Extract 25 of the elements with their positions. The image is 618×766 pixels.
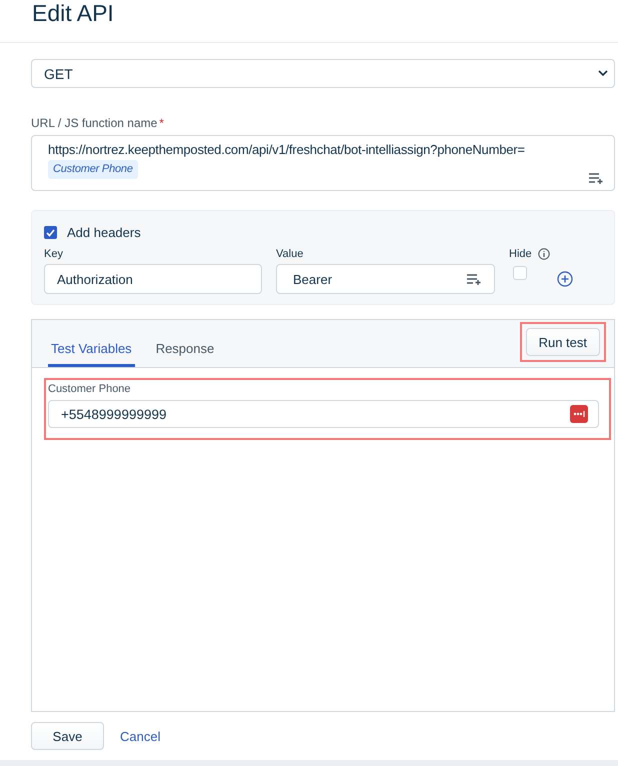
insert-variable-icon[interactable] [466, 273, 482, 285]
tab[interactable]: Test Variables [48, 341, 135, 367]
insert-variable-icon[interactable] [588, 172, 604, 184]
chevron-down-icon [598, 70, 608, 77]
variable-field[interactable]: +5548999999999 [48, 400, 599, 428]
info-icon[interactable] [538, 248, 550, 260]
field-label: URL / JS function name * [31, 116, 165, 130]
save-button[interactable]: Save [31, 722, 104, 750]
run-test-button[interactable]: Run test [526, 328, 600, 356]
checkbox-label: Add headers [67, 225, 141, 240]
password-manager-icon[interactable] [570, 405, 588, 423]
column-heading: Hide [509, 248, 532, 260]
headers-checkbox[interactable] [44, 226, 57, 239]
key-field[interactable]: Authorization [44, 264, 262, 294]
add-icon[interactable] [557, 271, 573, 287]
column-heading: Value [276, 248, 304, 260]
method-select[interactable]: GET [31, 59, 615, 88]
column-heading: Key [44, 248, 64, 260]
variable-label: Customer Phone [48, 383, 132, 395]
hide-checkbox[interactable] [513, 266, 527, 280]
cancel-link[interactable]: Cancel [120, 728, 160, 744]
value-field[interactable]: Bearer [276, 264, 495, 294]
tab[interactable]: Response [152, 341, 218, 367]
url-field[interactable]: https://nortrez.keepthemposted.com/api/v1/freshchat/bot-intelliassign?phoneNumber= Customer Phone [31, 135, 615, 191]
page-title: Edit API [32, 0, 114, 26]
